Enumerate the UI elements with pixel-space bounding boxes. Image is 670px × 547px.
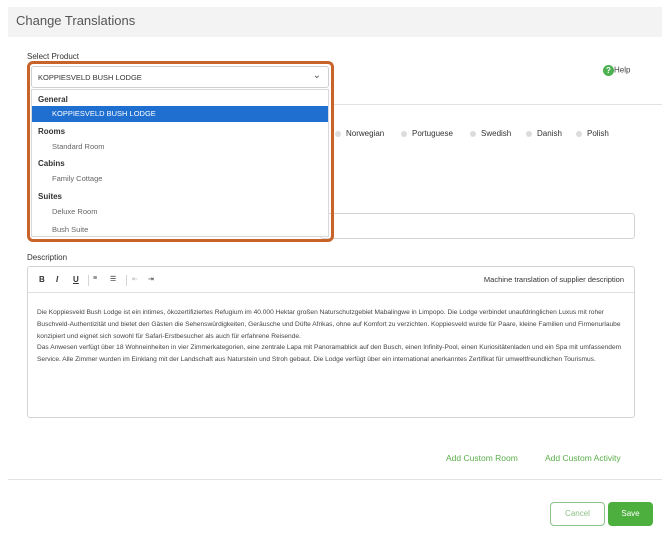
dropdown-option[interactable]: Standard Room [32,139,328,155]
radio-icon [470,130,476,137]
footer-divider [8,479,662,480]
radio-icon [335,130,341,137]
dropdown-group-suites: Suites [38,192,63,201]
language-option-polish[interactable]: Polish [576,129,609,138]
product-name-input[interactable] [320,213,635,239]
language-option-swedish[interactable]: Swedish [470,129,511,138]
help-label: Help [614,65,631,75]
help-link[interactable]: ? Help [603,65,630,76]
product-dropdown-list: General KOPPIESVELD BUSH LODGE Rooms Sta… [31,89,329,237]
description-editor[interactable]: B I U ≡ ☰ ⇤ ⇥ Machine translation of sup… [27,266,635,418]
language-option-danish[interactable]: Danish [526,129,562,138]
toolbar-separator [88,275,89,286]
indent-icon[interactable]: ⇥ [148,275,154,283]
radio-icon [401,130,407,137]
dropdown-option[interactable]: KOPPIESVELD BUSH LODGE [32,106,328,122]
description-paragraph: Die Koppiesveld Bush Lodge ist ein intim… [37,309,621,340]
dropdown-group-general: General [38,95,68,104]
machine-translation-label: Machine translation of supplier descript… [483,275,624,284]
description-label: Description [27,253,68,262]
dropdown-option[interactable]: Family Cottage [32,171,328,187]
divider [333,104,662,105]
radio-icon [576,130,582,137]
select-product-label: Select Product [27,52,80,61]
page-title: Change Translations [16,13,136,28]
chevron-down-icon: ⌄ [312,70,321,81]
product-select-value: KOPPIESVELD BUSH LODGE [38,73,142,82]
unordered-list-icon[interactable]: ☰ [110,275,116,283]
description-paragraph: Das Anwesen verfügt über 18 Wohneinheite… [37,344,622,364]
question-circle-icon: ? [603,65,614,76]
toolbar-separator [126,275,127,286]
dropdown-group-cabins: Cabins [38,159,65,168]
editor-toolbar: B I U ≡ ☰ ⇤ ⇥ Machine translation of sup… [28,267,634,293]
radio-icon [526,130,532,137]
language-option-norwegian[interactable]: Norwegian [335,129,384,138]
language-option-portuguese[interactable]: Portuguese [401,129,453,138]
bold-button[interactable]: B [39,275,45,284]
add-custom-room-link[interactable]: Add Custom Room [446,453,518,463]
add-custom-activity-link[interactable]: Add Custom Activity [545,453,621,463]
dropdown-group-rooms: Rooms [38,127,66,136]
dropdown-option[interactable]: Deluxe Room [32,204,328,220]
save-button[interactable]: Save [608,502,653,526]
product-select[interactable]: KOPPIESVELD BUSH LODGE ⌄ [31,66,329,88]
description-text: Die Koppiesveld Bush Lodge ist ein intim… [37,307,627,366]
dropdown-option[interactable]: Bush Suite [32,222,328,238]
cancel-button[interactable]: Cancel [550,502,605,526]
outdent-icon[interactable]: ⇤ [132,275,138,283]
ordered-list-icon[interactable]: ≡ [93,275,97,282]
italic-button[interactable]: I [56,275,58,284]
dialog-header: Change Translations [8,7,662,37]
underline-button[interactable]: U [73,275,79,284]
